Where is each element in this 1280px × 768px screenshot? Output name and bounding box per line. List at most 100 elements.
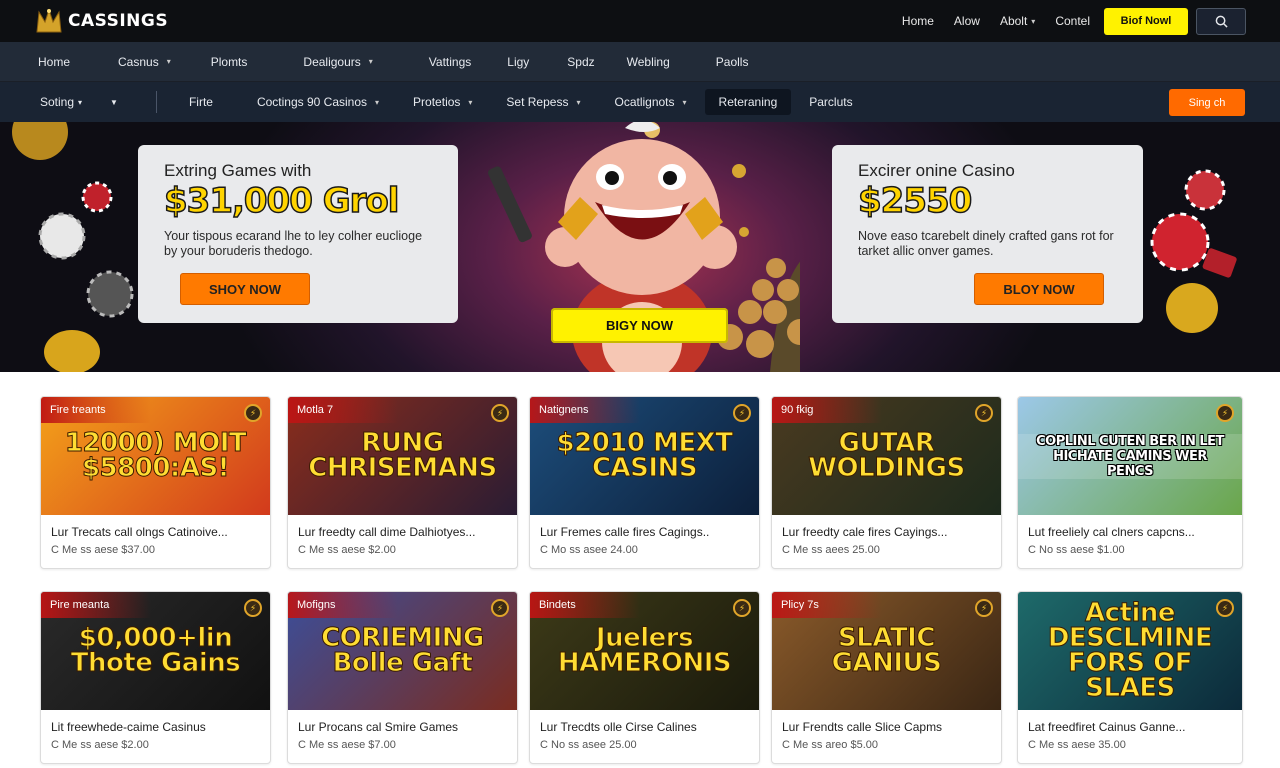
top-link-1[interactable]: Alow bbox=[954, 14, 980, 28]
hero-center-button[interactable]: BIGY NOW bbox=[551, 308, 728, 343]
game-title: Lur Trecats call olngs Catinoive... bbox=[51, 525, 228, 539]
game-thumbnail[interactable]: SLATIC GANIUS Plicy 7s ⚡ bbox=[772, 592, 1001, 710]
game-title: Lit freewhede-caime Casinus bbox=[51, 720, 206, 734]
nav-item-8[interactable]: Paolls bbox=[716, 55, 749, 69]
top-link-2[interactable]: Abolt ▾ bbox=[1000, 14, 1035, 28]
game-art-text: GUTAR WOLDINGS bbox=[808, 428, 966, 483]
game-title: Lat freedfiret Cainus Ganne... bbox=[1028, 720, 1186, 734]
top-link-label: Home bbox=[901, 14, 934, 28]
game-thumbnail[interactable]: Actine DESCLMINE FORS OF SLAES ⚡ bbox=[1018, 592, 1242, 710]
game-card[interactable]: COPLINL CUTEN BER IN LET HICHATE CAMINS … bbox=[1017, 396, 1243, 569]
chevron-down-icon: ▾ bbox=[468, 97, 473, 107]
game-art-text: 12000) MOIT $5800:AS! bbox=[64, 428, 247, 483]
hero-promo-left: Extring Games with $31,000 Grol Your tis… bbox=[138, 145, 458, 323]
lightning-icon[interactable]: ⚡ bbox=[1216, 404, 1234, 422]
subnav-item-0[interactable]: Firte bbox=[175, 89, 227, 115]
hero-right-title: Excirer onine Casino bbox=[858, 161, 1015, 180]
hero-promo-right: Excirer onine Casino $2550 Nove easo tca… bbox=[832, 145, 1143, 323]
sort-label: Soting bbox=[40, 95, 75, 109]
game-card[interactable]: 12000) MOIT $5800:AS! Fire treants ⚡ Lur Tr… bbox=[40, 396, 271, 569]
logo-icon bbox=[34, 6, 64, 36]
hero-left-button[interactable]: SHOY NOW bbox=[180, 273, 310, 305]
nav-item-6[interactable]: Spdz bbox=[567, 55, 594, 69]
hero-right-button[interactable]: BLOY NOW bbox=[974, 273, 1104, 305]
game-art-text: $0,000+lin Thote Gains bbox=[70, 623, 241, 678]
subnav-item-label: Ocatlignots bbox=[614, 95, 675, 109]
hero-right-amount: $2550 bbox=[857, 180, 973, 222]
game-thumbnail[interactable]: COPLINL CUTEN BER IN LET HICHATE CAMINS … bbox=[1018, 397, 1242, 515]
game-tag: Plicy 7s bbox=[772, 592, 882, 618]
game-card[interactable]: Actine DESCLMINE FORS OF SLAES ⚡ Lat freed… bbox=[1017, 591, 1243, 764]
nav-item-0[interactable]: Home bbox=[38, 55, 70, 69]
game-tag: Motla 7 bbox=[288, 397, 398, 423]
game-card[interactable]: SLATIC GANIUS Plicy 7s ⚡ Lur Frendts calle … bbox=[771, 591, 1002, 764]
subnav-item-2[interactable]: Protetios ▾ bbox=[399, 89, 486, 115]
nav-item-label: Vattings bbox=[428, 54, 472, 69]
subnav-item-5[interactable]: Reteraning bbox=[704, 89, 792, 115]
nav-item-5[interactable]: Ligy bbox=[507, 55, 529, 69]
game-card[interactable]: RUNG CHRISEMANS Motla 7 ⚡ Lur freedty call … bbox=[287, 396, 518, 569]
game-meta: C No ss asee 25.00 bbox=[540, 739, 637, 751]
brand-name: CASSINGS bbox=[68, 11, 169, 31]
game-art-text: CORIEMING Bolle Gaft bbox=[321, 623, 485, 678]
game-card[interactable]: Juelers HAMERONIS Bindets ⚡ Lur Trecdts oll… bbox=[529, 591, 760, 764]
game-thumbnail[interactable]: CORIEMING Bolle Gaft Mofigns ⚡ bbox=[288, 592, 517, 710]
game-meta: C Me ss aese $2.00 bbox=[51, 739, 149, 751]
sort-caret: ▾ bbox=[78, 97, 83, 107]
game-thumbnail[interactable]: $2010 MEXT CASINS Natignens ⚡ bbox=[530, 397, 759, 515]
chevron-down-icon: ▼ bbox=[110, 97, 118, 107]
game-thumbnail[interactable]: 12000) MOIT $5800:AS! Fire treants ⚡ bbox=[41, 397, 270, 515]
nav-item-3[interactable]: Dealigours ▾ bbox=[303, 55, 372, 69]
subnav-item-1[interactable]: Coctings 90 Casinos ▾ bbox=[243, 89, 393, 115]
game-title: Lur freedty call dime Dalhiotyes... bbox=[298, 525, 476, 539]
lightning-icon[interactable]: ⚡ bbox=[1216, 599, 1234, 617]
hero-banner: Extring Games with $31,000 Grol Your tis… bbox=[0, 122, 1280, 372]
nav-item-label: Spdz bbox=[567, 54, 595, 69]
sign-in-button[interactable]: Sing ch bbox=[1169, 89, 1245, 116]
lightning-icon[interactable]: ⚡ bbox=[491, 404, 509, 422]
nav-item-1[interactable]: Casnus ▾ bbox=[118, 55, 171, 69]
chevron-down-icon: ▾ bbox=[1031, 16, 1036, 26]
game-card[interactable]: GUTAR WOLDINGS 90 fkig ⚡ Lur freedty cale f… bbox=[771, 396, 1002, 569]
game-title: Lur Procans cal Smire Games bbox=[298, 720, 459, 734]
game-thumbnail[interactable]: RUNG CHRISEMANS Motla 7 ⚡ bbox=[288, 397, 517, 515]
top-search-button[interactable] bbox=[1196, 7, 1246, 35]
game-thumbnail[interactable]: $0,000+lin Thote Gains Pire meanta ⚡ bbox=[41, 592, 270, 710]
nav-item-label: Paolls bbox=[715, 54, 749, 69]
top-link-0[interactable]: Home bbox=[902, 14, 934, 28]
game-card[interactable]: CORIEMING Bolle Gaft Mofigns ⚡ Lur Procans … bbox=[287, 591, 518, 764]
game-thumbnail[interactable]: GUTAR WOLDINGS 90 fkig ⚡ bbox=[772, 397, 1001, 515]
subnav-item-4[interactable]: Ocatlignots ▾ bbox=[600, 89, 700, 115]
chevron-down-icon: ▾ bbox=[166, 57, 171, 66]
nav-item-7[interactable]: Webling bbox=[627, 55, 670, 69]
sort-dropdown[interactable]: Soting ▾ ▼ bbox=[40, 89, 132, 115]
game-tag: Fire treants bbox=[41, 397, 151, 423]
lightning-icon[interactable]: ⚡ bbox=[244, 404, 262, 422]
game-title: Lur Frendts calle Slice Capms bbox=[782, 720, 943, 734]
top-link-label: Contel bbox=[1055, 14, 1090, 28]
game-card[interactable]: $0,000+lin Thote Gains Pire meanta ⚡ Lit fr… bbox=[40, 591, 271, 764]
game-tag: Bindets bbox=[530, 592, 640, 618]
lightning-icon[interactable]: ⚡ bbox=[733, 404, 751, 422]
game-art-text: Juelers HAMERONIS bbox=[557, 623, 732, 678]
brand-logo[interactable]: CASSINGS bbox=[34, 6, 168, 36]
subnav-item-label: Reteraning bbox=[718, 95, 778, 109]
top-cta-button[interactable]: Biof Nowl bbox=[1104, 7, 1188, 35]
subnav-item-6[interactable]: Parcluts bbox=[795, 89, 866, 115]
game-card[interactable]: $2010 MEXT CASINS Natignens ⚡ Lur Fremes ca… bbox=[529, 396, 760, 569]
lightning-icon[interactable]: ⚡ bbox=[733, 599, 751, 617]
secondary-nav: Soting ▾ ▼ Firte Coctings 90 Casinos ▾ Prot… bbox=[0, 82, 1280, 122]
game-meta: C Me ss aees 25.00 bbox=[782, 544, 880, 556]
lightning-icon[interactable]: ⚡ bbox=[975, 599, 993, 617]
lightning-icon[interactable]: ⚡ bbox=[244, 599, 262, 617]
nav-item-2[interactable]: Plomts bbox=[211, 55, 248, 69]
top-bar: CASSINGS Home Alow Abolt ▾ Contel Biof Nowl bbox=[0, 0, 1280, 42]
lightning-icon[interactable]: ⚡ bbox=[975, 404, 993, 422]
top-link-3[interactable]: Contel bbox=[1055, 14, 1090, 28]
nav-item-label: Dealigours bbox=[303, 54, 361, 69]
nav-item-4[interactable]: Vattings bbox=[429, 55, 471, 69]
lightning-icon[interactable]: ⚡ bbox=[491, 599, 509, 617]
game-title: Lur Fremes calle fires Cagings.. bbox=[540, 525, 710, 539]
subnav-item-3[interactable]: Set Repess ▾ bbox=[492, 89, 594, 115]
game-thumbnail[interactable]: Juelers HAMERONIS Bindets ⚡ bbox=[530, 592, 759, 710]
